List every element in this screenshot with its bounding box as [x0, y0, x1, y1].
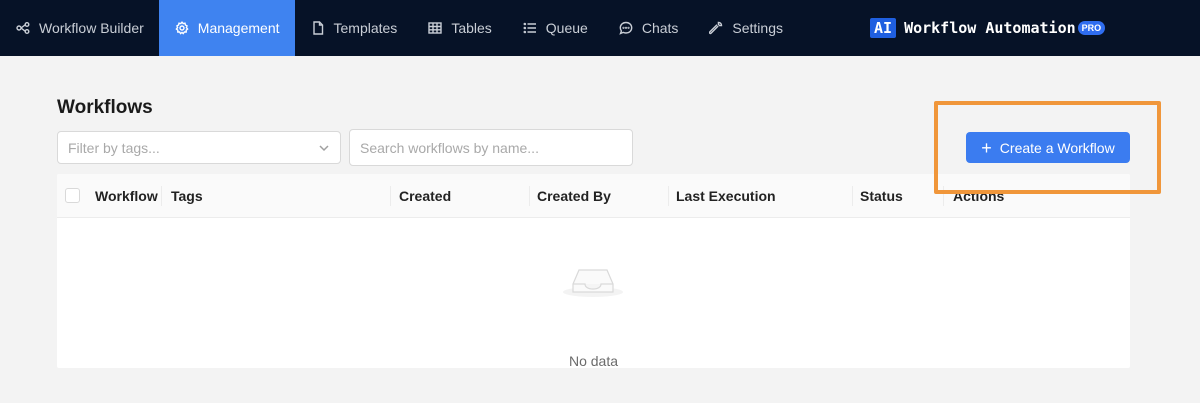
column-header-created[interactable]: Created — [390, 174, 451, 218]
column-separator — [529, 186, 530, 206]
nav-item-label: Templates — [333, 20, 398, 36]
create-workflow-button[interactable]: + Create a Workflow — [966, 132, 1130, 163]
column-header-tags[interactable]: Tags — [161, 174, 203, 218]
nav-item-label: Management — [197, 20, 280, 36]
pro-badge: PRO — [1077, 21, 1106, 35]
workflows-table: Workflow Tags Created Created By Last Ex… — [57, 174, 1130, 368]
empty-state-text: No data — [568, 353, 619, 368]
nav-item-label: Queue — [545, 20, 588, 36]
empty-state: No data — [57, 218, 1130, 368]
list-icon — [523, 22, 536, 34]
tag-filter-placeholder: Filter by tags... — [68, 139, 160, 156]
brand-name: Workflow Automation — [904, 19, 1076, 37]
column-header-label: Last Execution — [676, 188, 776, 204]
nav-item-templates[interactable]: Templates — [295, 0, 413, 56]
column-header-label: Created By — [537, 188, 611, 204]
plus-icon: + — [981, 137, 992, 158]
table-icon — [428, 22, 443, 34]
page-title: Workflows — [57, 97, 153, 118]
create-workflow-label: Create a Workflow — [999, 139, 1115, 156]
table-header: Workflow Tags Created Created By Last Ex… — [57, 174, 1130, 218]
column-header-label: Status — [860, 188, 903, 204]
chat-icon — [619, 21, 633, 35]
workflow-icon — [16, 22, 30, 34]
brand-logo: AI Workflow Automation PRO — [870, 0, 1106, 56]
column-header-label: Tags — [171, 188, 203, 204]
empty-inbox-icon — [563, 269, 623, 297]
nav-item-label: Chats — [641, 20, 679, 36]
chevron-down-icon — [319, 144, 329, 151]
column-separator — [390, 186, 391, 206]
column-separator — [852, 186, 853, 206]
column-separator — [161, 186, 162, 206]
wrench-icon — [709, 21, 723, 35]
search-input[interactable] — [349, 129, 633, 166]
column-header-label: Created — [399, 188, 452, 204]
column-header-last-execution[interactable]: Last Execution — [668, 174, 776, 218]
nav-item-management[interactable]: Management — [158, 0, 295, 56]
top-navigation-bar: Workflow Builder Management Templates Ta… — [0, 0, 1200, 56]
gear-icon — [175, 21, 189, 35]
tag-filter-select[interactable]: Filter by tags... — [57, 131, 341, 164]
nav-item-label: Settings — [732, 20, 783, 36]
column-header-status[interactable]: Status — [852, 174, 903, 218]
nav-item-label: Tables — [451, 20, 492, 36]
column-separator — [943, 186, 944, 206]
brand-ai-badge: AI — [870, 18, 897, 38]
column-header-created-by[interactable]: Created By — [529, 174, 611, 218]
column-header-label: Actions — [953, 188, 1005, 204]
column-header-workflow[interactable]: Workflow — [95, 174, 158, 218]
select-all-checkbox[interactable] — [65, 188, 80, 203]
nav-item-queue[interactable]: Queue — [507, 0, 603, 56]
nav-item-workflow-builder[interactable]: Workflow Builder — [0, 0, 159, 56]
nav-item-tables[interactable]: Tables — [412, 0, 506, 56]
column-separator — [668, 186, 669, 206]
nav-item-chats[interactable]: Chats — [603, 0, 694, 56]
column-header-actions: Actions — [943, 174, 1004, 218]
document-icon — [312, 21, 323, 35]
nav-item-settings[interactable]: Settings — [693, 0, 798, 56]
nav-item-label: Workflow Builder — [39, 20, 144, 36]
column-header-label: Workflow — [95, 188, 158, 204]
